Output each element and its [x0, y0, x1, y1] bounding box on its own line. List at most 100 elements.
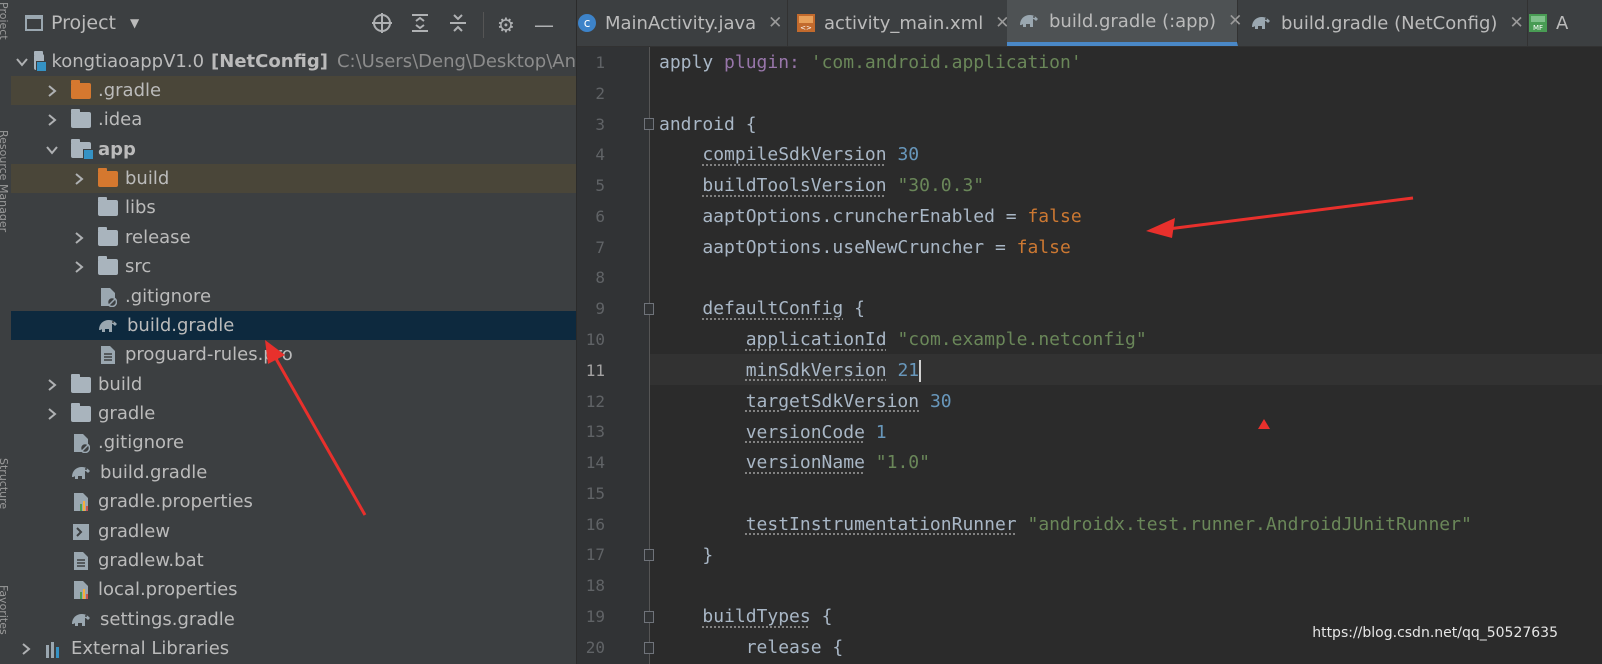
line-number: 18 — [585, 576, 605, 595]
manifest-icon: MF — [1528, 13, 1548, 33]
close-icon[interactable]: ✕ — [1509, 13, 1523, 33]
tree-item-root[interactable]: kongtiaoappV1.0 [NetConfig] C:\Users\Den… — [11, 47, 576, 76]
tree-item-gradle[interactable]: gradle — [11, 399, 576, 428]
chevron-right-icon[interactable] — [45, 84, 59, 98]
tree-item-app-gitignore[interactable]: .gitignore — [11, 282, 576, 311]
chevron-right-icon[interactable] — [72, 231, 86, 245]
properties-file-icon — [72, 580, 90, 600]
tab-activity-main-xml[interactable]: <> activity_main.xml ✕ — [796, 0, 1012, 46]
line-number: 15 — [585, 484, 605, 503]
tree-item-settings-gradle[interactable]: settings.gradle — [11, 605, 576, 634]
gradle-elephant-icon — [1017, 11, 1041, 31]
tab-label: MainActivity.java — [605, 12, 757, 34]
tree-item-label: release — [125, 227, 191, 248]
tab-build-gradle-netconfig[interactable]: build.gradle (NetConfig) ✕ — [1239, 0, 1528, 46]
project-view-selector[interactable]: Project ▼ — [25, 12, 139, 34]
chevron-right-icon[interactable] — [45, 113, 59, 127]
tree-item-gradle-dir[interactable]: .gradle — [11, 76, 576, 105]
tree-item-label: .gradle — [98, 80, 162, 101]
line-number: 19 — [585, 607, 605, 626]
tree-item-proguard[interactable]: proguard-rules.pro — [11, 340, 576, 369]
tree-item-src[interactable]: src — [11, 252, 576, 281]
tree-item-gradlew-bat[interactable]: gradlew.bat — [11, 546, 576, 575]
tool-strip-structure[interactable]: Structure — [0, 458, 10, 509]
code-line: release { — [659, 637, 844, 659]
tool-strip-project[interactable]: Project — [0, 2, 10, 40]
tree-item-label: settings.gradle — [100, 609, 235, 630]
chevron-right-icon[interactable] — [72, 260, 86, 274]
code-line: buildTypes { — [702, 606, 833, 628]
tree-item-build-gradle[interactable]: build.gradle — [11, 458, 576, 487]
tree-item-label: build.gradle — [127, 315, 235, 336]
text-file-icon — [99, 345, 117, 365]
tree-item-gradlew[interactable]: gradlew — [11, 517, 576, 546]
tree-item-build[interactable]: build — [11, 370, 576, 399]
code-line: defaultConfig { — [702, 298, 865, 320]
tool-strip-resource-manager[interactable]: Resource Manager — [0, 130, 10, 232]
line-number: 12 — [585, 392, 605, 411]
code-line: aaptOptions.cruncherEnabled = false — [659, 206, 1082, 227]
tab-main-activity[interactable]: c MainActivity.java ✕ — [577, 0, 788, 46]
tab-manifest[interactable]: MF A — [1528, 0, 1602, 46]
gradle-elephant-icon — [97, 316, 119, 336]
code-editor[interactable]: apply plugin: 'com.android.application' a… — [650, 47, 1602, 664]
collapse-all-icon[interactable] — [445, 12, 471, 38]
hide-panel-icon[interactable]: — — [531, 12, 557, 38]
tree-item-gradle-properties[interactable]: gradle.properties — [11, 487, 576, 516]
tree-item-label: gradlew — [98, 521, 171, 542]
folder-icon — [71, 402, 91, 422]
tree-item-label: src — [125, 256, 152, 277]
project-panel-header: Project ▼ ⚙ — — [11, 0, 576, 51]
chevron-right-icon[interactable] — [45, 407, 59, 421]
line-number: 2 — [595, 84, 605, 103]
folder-icon — [98, 255, 118, 275]
svg-text:MF: MF — [1533, 24, 1543, 32]
tree-item-label: proguard-rules.pro — [125, 344, 293, 365]
tree-item-label: gradle.properties — [98, 491, 253, 512]
tree-item-app-build-gradle[interactable]: build.gradle — [11, 311, 576, 340]
tree-item-label: .gitignore — [98, 432, 185, 453]
chevron-right-icon[interactable] — [45, 378, 59, 392]
line-number: 17 — [585, 545, 605, 564]
tree-item-gitignore[interactable]: .gitignore — [11, 428, 576, 457]
chevron-down-icon[interactable] — [15, 55, 28, 69]
tree-item-app[interactable]: app — [11, 135, 576, 164]
tree-item-label: .gitignore — [125, 286, 212, 307]
editor-gutter: 1 2 3 4 5 6 7 8 9 10 11 12 13 14 15 16 1… — [577, 47, 654, 664]
svg-text:c: c — [584, 16, 591, 30]
line-number: 6 — [595, 207, 605, 226]
libraries-icon — [45, 639, 63, 659]
project-name-badge: [NetConfig] — [211, 51, 328, 72]
code-line: android { — [659, 113, 757, 135]
expand-all-icon[interactable] — [407, 12, 433, 38]
chevron-right-icon[interactable] — [72, 172, 86, 186]
chevron-down-icon[interactable] — [45, 143, 59, 157]
project-tool-window: Project ▼ ⚙ — kongtiaoappV1.0 [NetConfig… — [11, 0, 577, 664]
tree-item-app-build[interactable]: build — [11, 164, 576, 193]
code-line: buildToolsVersion "30.0.3" — [702, 175, 985, 197]
gradle-elephant-icon — [70, 610, 92, 630]
close-icon[interactable]: ✕ — [768, 13, 782, 33]
xml-layout-icon: <> — [796, 13, 816, 33]
tree-item-idea[interactable]: .idea — [11, 105, 576, 134]
tree-item-local-properties[interactable]: local.properties — [11, 575, 576, 604]
tab-build-gradle-app[interactable]: build.gradle (:app) ✕ — [1007, 0, 1242, 46]
line-number: 16 — [585, 515, 605, 534]
gear-icon[interactable]: ⚙ — [493, 12, 519, 38]
tree-item-release[interactable]: release — [11, 223, 576, 252]
tab-label: A — [1556, 12, 1569, 34]
chevron-right-icon[interactable] — [19, 642, 33, 656]
tree-item-libs[interactable]: libs — [11, 193, 576, 222]
locate-target-icon[interactable] — [369, 12, 395, 38]
tab-label: build.gradle (:app) — [1049, 10, 1217, 32]
tool-strip-favorites[interactable]: Favorites — [0, 585, 10, 635]
tree-item-external-libraries[interactable]: External Libraries — [11, 634, 576, 663]
line-number: 3 — [595, 115, 605, 134]
line-number: 4 — [595, 145, 605, 164]
editor-tabs: c MainActivity.java ✕ <> activity_main.x… — [577, 0, 1602, 47]
folder-icon — [71, 108, 91, 128]
project-panel-title: Project — [51, 12, 117, 34]
text-file-icon — [72, 551, 90, 571]
line-number: 7 — [595, 238, 605, 257]
code-line: versionCode 1 — [745, 421, 887, 443]
